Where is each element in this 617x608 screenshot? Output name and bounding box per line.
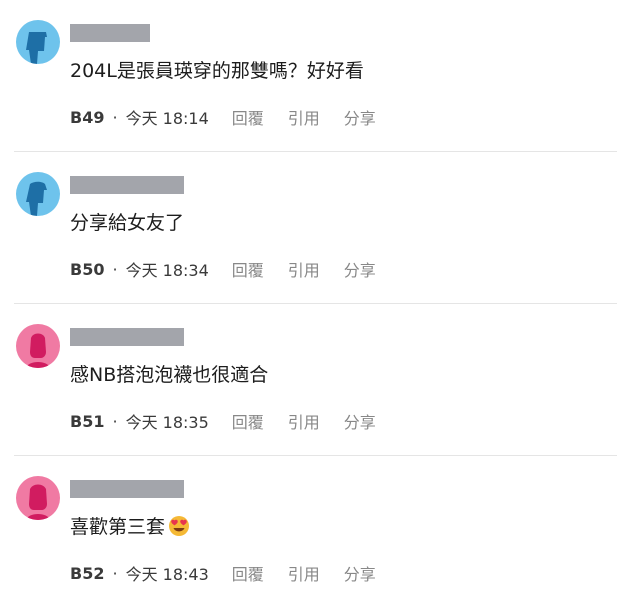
share-button[interactable]: 分享 [344,409,376,433]
comment-content: 喜歡第三套 [70,514,190,544]
reply-button[interactable]: 回覆 [232,105,264,129]
comment-item: 感NB搭泡泡襪也很適合 B51 · 今天 18:35 回覆 引用 分享 [0,304,617,456]
comment-content: 感NB搭泡泡襪也很適合 [70,364,269,386]
pink-user-icon [16,324,60,368]
avatar[interactable] [16,324,60,368]
comment-meta: B50 · 今天 18:34 回覆 引用 分享 [70,257,376,281]
reply-button[interactable]: 回覆 [232,561,264,585]
separator-dot: · [112,259,118,279]
separator-dot: · [112,563,118,583]
blue-user-icon [16,20,60,64]
reply-button[interactable]: 回覆 [232,409,264,433]
comment-time: 今天 18:14 [125,109,209,128]
avatar[interactable] [16,172,60,216]
floor-number: B50 [70,259,105,279]
username-redacted [70,480,184,498]
comment-item: 喜歡第三套 B52 · 今天 18:43 回覆 引用 分享 [0,456,617,608]
blue-user-icon [16,172,60,216]
comment-time: 今天 18:43 [125,565,209,584]
comment-time: 今天 18:34 [125,261,209,280]
quote-button[interactable]: 引用 [288,561,320,585]
comment-item: 204L是張員瑛穿的那雙嗎？好好看 B49 · 今天 18:14 回覆 引用 分… [0,0,617,152]
separator-dot: · [112,107,118,127]
comment-meta: B52 · 今天 18:43 回覆 引用 分享 [70,561,376,585]
floor-number: B49 [70,107,105,127]
username-redacted [70,24,150,42]
comment-meta: B51 · 今天 18:35 回覆 引用 分享 [70,409,376,433]
comment-content: 204L是張員瑛穿的那雙嗎？好好看 [70,60,364,82]
share-button[interactable]: 分享 [344,257,376,281]
floor-number: B52 [70,563,105,583]
floor-number: B51 [70,411,105,431]
share-button[interactable]: 分享 [344,561,376,585]
username-redacted [70,328,184,346]
comment-meta: B49 · 今天 18:14 回覆 引用 分享 [70,105,376,129]
heart-eyes-emoji-icon [168,515,190,544]
quote-button[interactable]: 引用 [288,105,320,129]
avatar[interactable] [16,20,60,64]
share-button[interactable]: 分享 [344,105,376,129]
comment-content: 分享給女友了 [70,212,185,234]
reply-button[interactable]: 回覆 [232,257,264,281]
comment-item: 分享給女友了 B50 · 今天 18:34 回覆 引用 分享 [0,152,617,304]
comment-time: 今天 18:35 [125,413,209,432]
avatar[interactable] [16,476,60,520]
quote-button[interactable]: 引用 [288,257,320,281]
username-redacted [70,176,184,194]
separator-dot: · [112,411,118,431]
pink-user-icon [16,476,60,520]
quote-button[interactable]: 引用 [288,409,320,433]
